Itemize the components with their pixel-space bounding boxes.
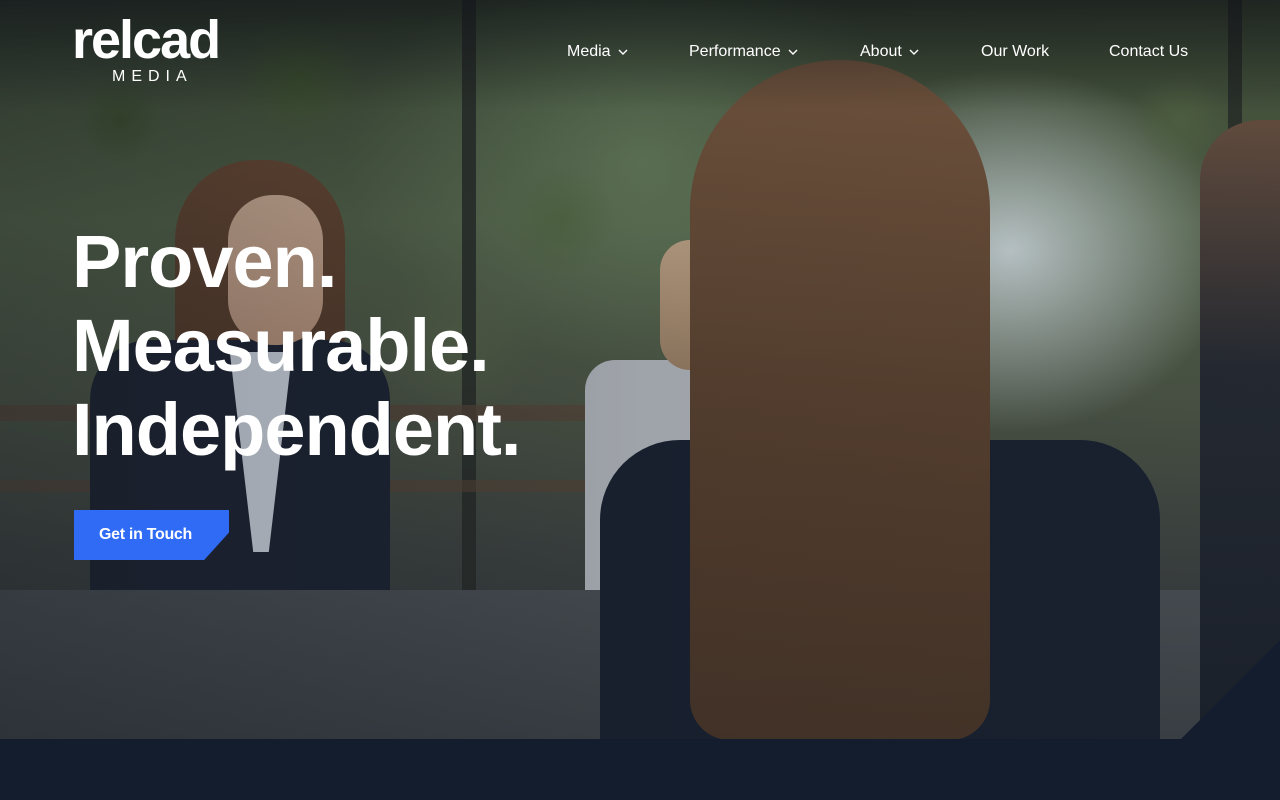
chevron-down-icon xyxy=(909,49,919,55)
headline-line: Proven. xyxy=(72,220,337,303)
hero-headline: Proven. Measurable. Independent. xyxy=(72,220,772,472)
nav-item-label: Performance xyxy=(689,43,781,60)
nav-item-performance[interactable]: Performance xyxy=(689,38,799,66)
logo-subtitle: MEDIA xyxy=(112,68,193,85)
chevron-down-icon xyxy=(618,49,628,55)
nav-item-media[interactable]: Media xyxy=(567,38,629,66)
get-in-touch-button[interactable]: Get in Touch xyxy=(74,510,229,560)
nav-item-label: Our Work xyxy=(981,43,1050,60)
nav-item-label: Media xyxy=(567,43,611,60)
nav-item-our-work[interactable]: Our Work xyxy=(981,38,1049,66)
nav-item-label: About xyxy=(860,43,902,60)
nav-item-contact-us[interactable]: Contact Us xyxy=(1109,38,1188,66)
headline-line: Measurable. xyxy=(72,304,490,387)
cta-label: Get in Touch xyxy=(99,526,192,543)
nav-item-label: Contact Us xyxy=(1109,43,1189,60)
section-band xyxy=(0,739,1280,800)
chevron-down-icon xyxy=(788,49,798,55)
site-header: relcad MEDIA Media Performance About Our… xyxy=(0,0,1280,100)
main-nav: Media Performance About Our Work Contact… xyxy=(0,38,1280,66)
nav-item-about[interactable]: About xyxy=(860,38,920,66)
headline-line: Independent. xyxy=(72,388,521,471)
